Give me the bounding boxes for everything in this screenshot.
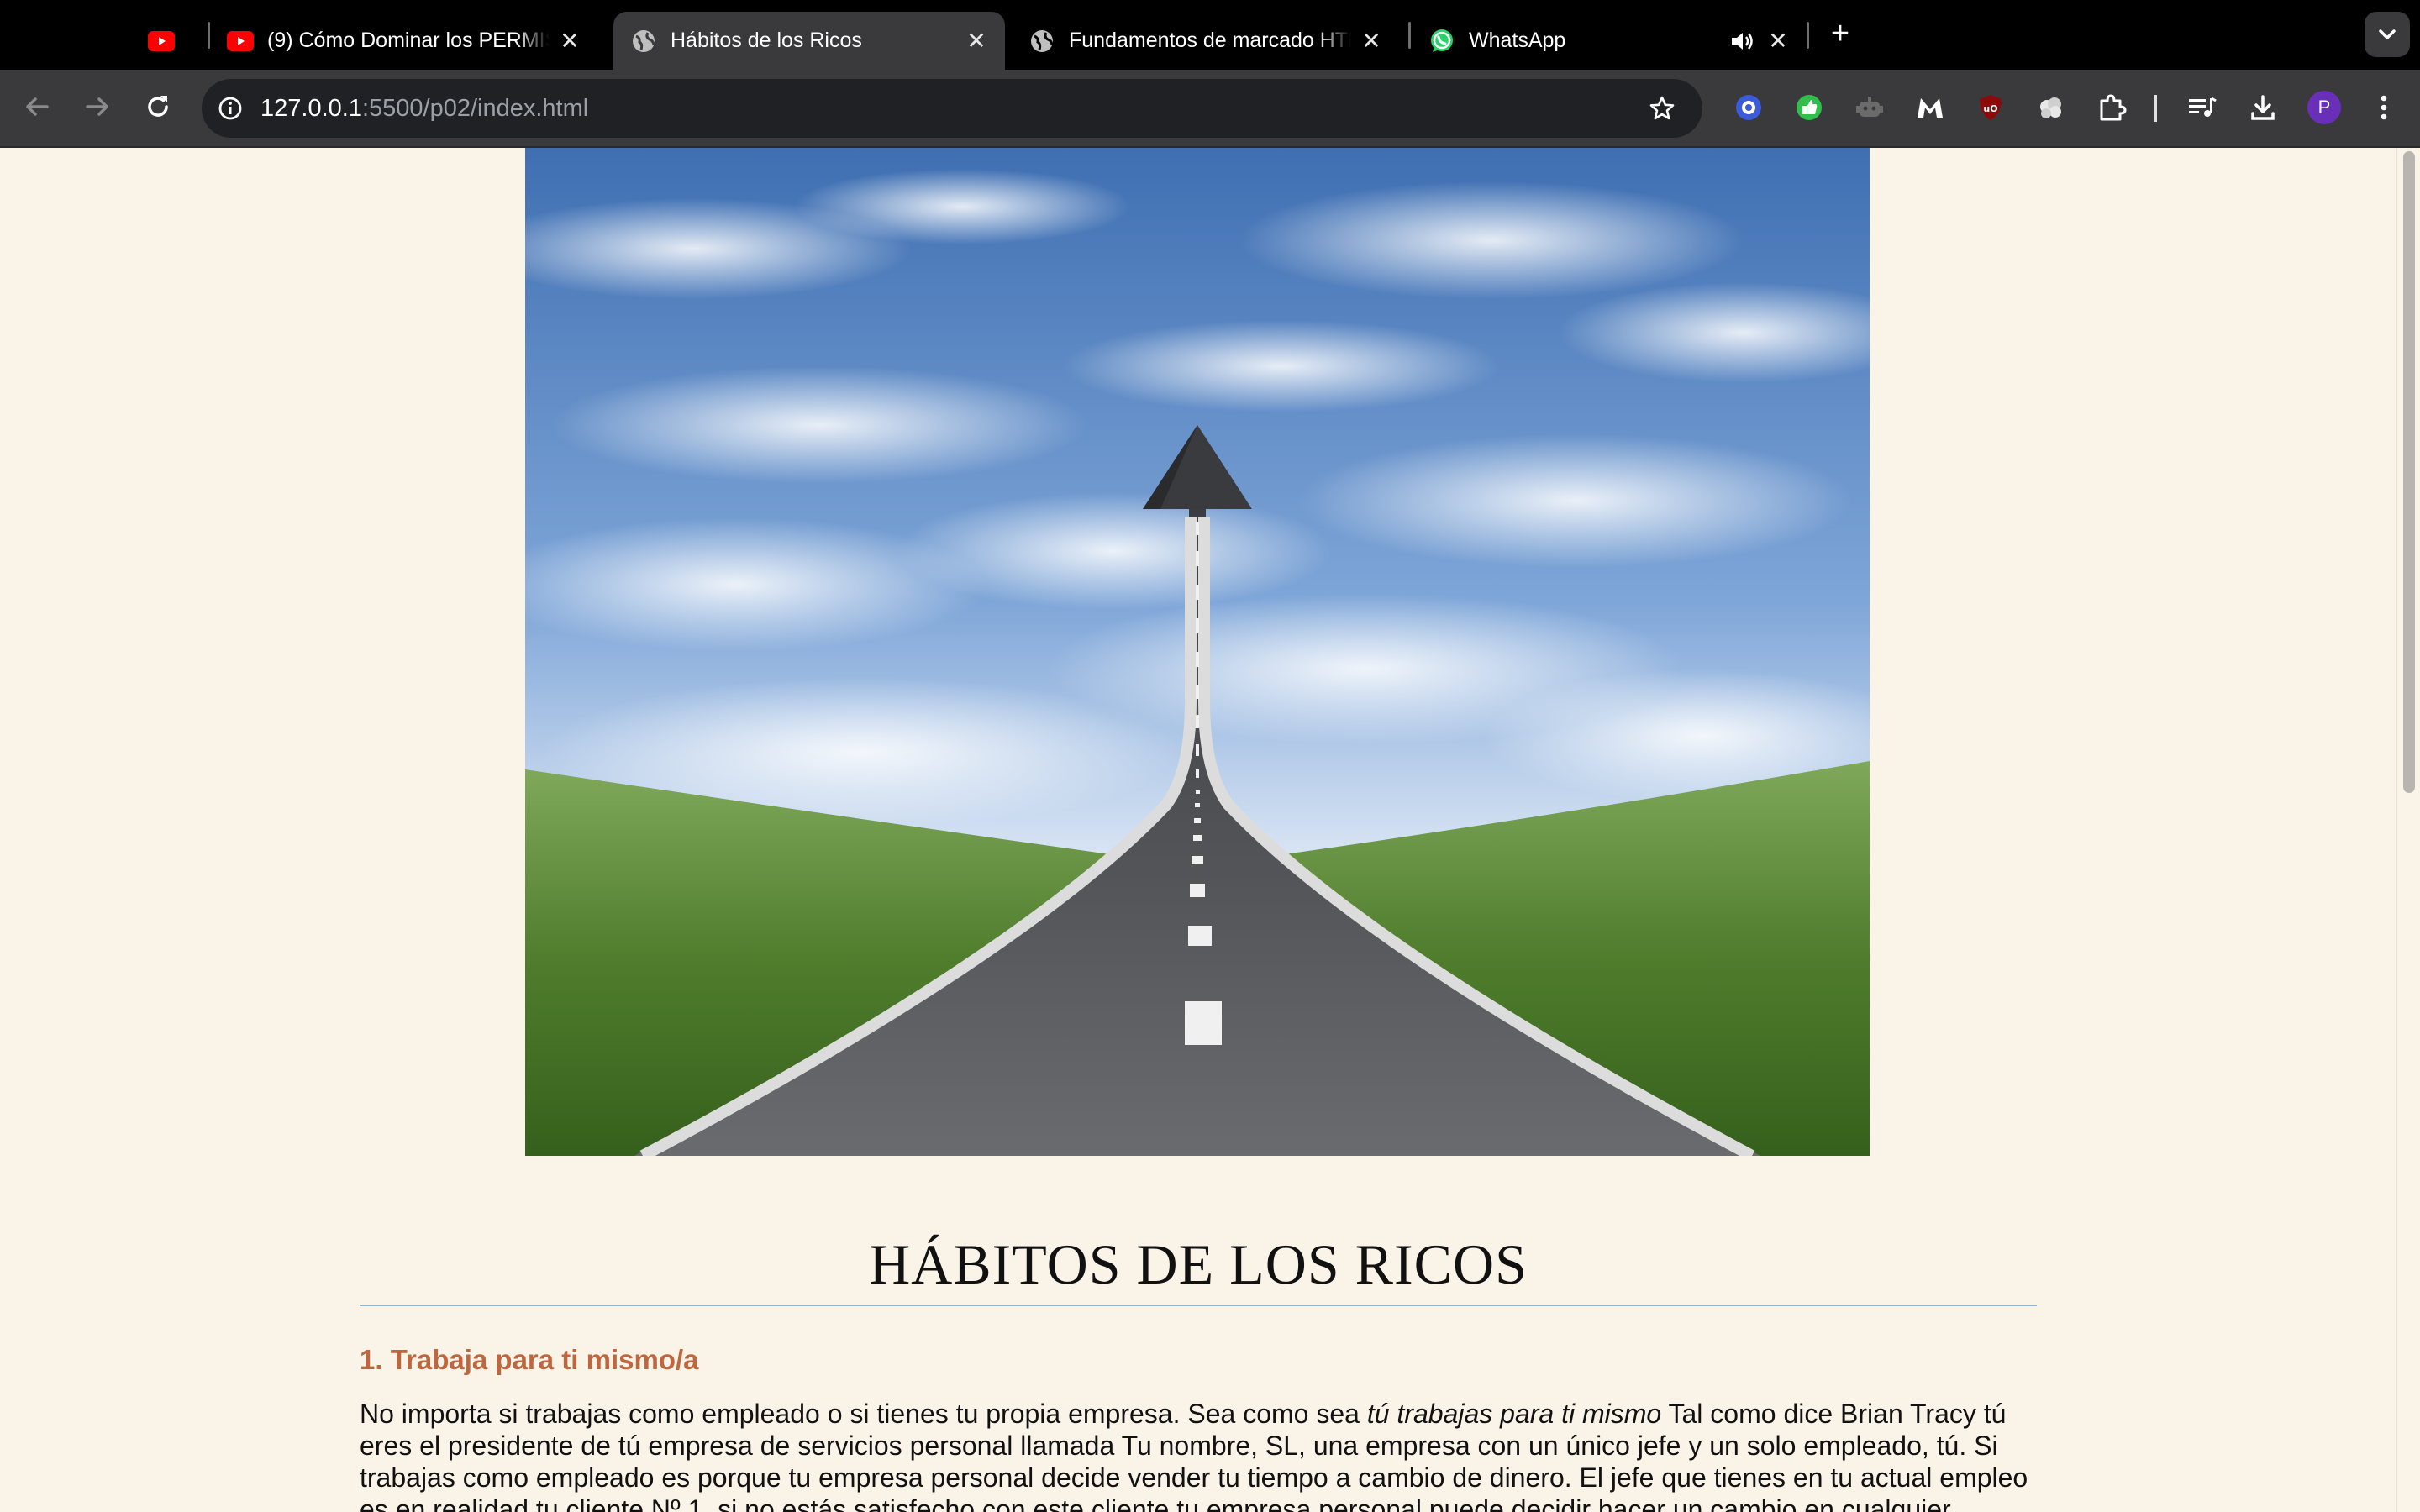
tab-separator [208, 22, 210, 49]
toolbar-separator [2154, 95, 2157, 122]
reload-icon [148, 96, 168, 117]
close-tab-icon[interactable]: ✕ [1766, 28, 1790, 54]
tab-title: (9) Cómo Dominar los PERMISOS [267, 29, 550, 53]
tab-separator [1807, 22, 1809, 49]
scrollbar-thumb[interactable] [2403, 151, 2415, 793]
tab-separator [1408, 22, 1411, 49]
youtube-icon [227, 28, 254, 55]
paragraph-emphasis: tú trabajas para ti mismo [1366, 1399, 1662, 1429]
puzzle-icon[interactable] [2094, 90, 2129, 125]
tab-search-button[interactable] [2365, 12, 2410, 57]
media-control-icon[interactable] [2185, 90, 2220, 125]
section-paragraph: No importa si trabajas como empleado o s… [360, 1398, 2037, 1512]
tab-title: Hábitos de los Ricos [671, 29, 862, 52]
robot-extension-icon[interactable] [1852, 90, 1887, 125]
forward-arrow-icon [86, 97, 108, 116]
page-viewport: HÁBITOS DE LOS RICOS 1. Trabaja para ti … [0, 148, 2396, 1512]
section-title: 1. Trabaja para ti mismo/a [360, 1344, 699, 1375]
close-tab-icon[interactable]: ✕ [558, 28, 581, 54]
whatsapp-icon [1428, 28, 1455, 55]
close-tab-icon[interactable]: ✕ [1360, 28, 1383, 54]
page-title: HÁBITOS DE LOS RICOS [869, 1232, 1528, 1296]
heading-divider [360, 1305, 2037, 1306]
paragraph-text: No importa si trabajas como empleado o s… [360, 1399, 1367, 1429]
bookmark-star-icon[interactable] [1645, 92, 1679, 125]
close-tab-icon[interactable]: ✕ [965, 28, 988, 54]
url-path: :5500/p02/index.html [361, 94, 589, 122]
download-icon[interactable] [2245, 90, 2281, 125]
ublock-icon[interactable]: uO [1973, 90, 2008, 125]
tab-youtube-permisos[interactable]: (9) Cómo Dominar los PERMISOS ✕ [227, 12, 597, 70]
page-scrollbar[interactable] [2396, 148, 2420, 1512]
tab-title: Fundamentos de marcado HTML [1069, 29, 1351, 53]
svg-text:uO: uO [1983, 103, 1997, 114]
browser-menu-icon[interactable] [2366, 90, 2402, 125]
thumbs-up-extension-icon[interactable] [1791, 90, 1827, 125]
tab-whatsapp[interactable]: WhatsApp ✕ [1428, 12, 1790, 70]
profile-avatar[interactable]: P [2307, 91, 2341, 124]
new-tab-button[interactable]: + [1823, 16, 1857, 51]
youtube-icon [148, 28, 175, 55]
tab-habitos[interactable]: Hábitos de los Ricos ✕ [613, 12, 1005, 70]
chevron-down-icon [2379, 29, 2396, 39]
tab-fundamentos[interactable]: Fundamentos de marcado HTML ✕ [1028, 12, 1398, 70]
back-button[interactable] [17, 87, 57, 127]
tab-strip: (9) Cómo Dominar los PERMISOS ✕ Hábitos … [0, 0, 2420, 70]
reload-button[interactable] [138, 87, 178, 127]
address-bar[interactable]: 127.0.0.1:5500/p02/index.html [202, 79, 1702, 138]
malwarebytes-icon[interactable] [1912, 90, 1948, 125]
back-arrow-icon [26, 97, 49, 116]
globe-icon [1028, 28, 1055, 55]
tab-pinned-youtube[interactable] [148, 12, 198, 70]
cloud-extension-icon[interactable] [2033, 90, 2069, 125]
browser-toolbar: 127.0.0.1:5500/p02/index.html uO P [0, 70, 2420, 148]
url-text[interactable]: 127.0.0.1:5500/p02/index.html [260, 95, 588, 123]
url-host: 127.0.0.1 [260, 94, 362, 122]
forward-button[interactable] [77, 87, 118, 127]
site-info-icon[interactable] [213, 92, 247, 125]
circle-extension-icon[interactable] [1731, 90, 1766, 125]
hero-image [525, 148, 1870, 1156]
tab-title: WhatsApp [1469, 29, 1566, 52]
road-arrow-image [525, 148, 1870, 1156]
audio-playing-icon[interactable] [1729, 29, 1754, 54]
globe-icon [630, 28, 657, 55]
